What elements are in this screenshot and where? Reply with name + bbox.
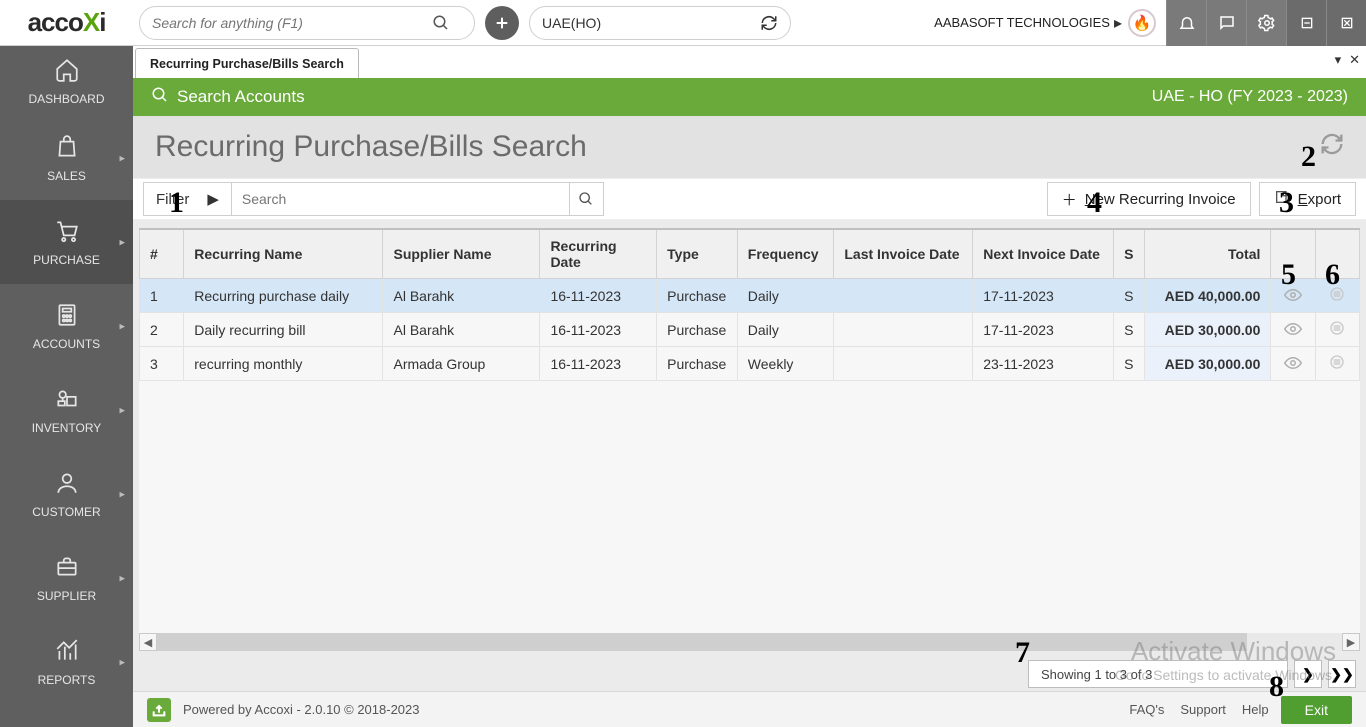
bag-icon bbox=[53, 134, 81, 163]
faq-link[interactable]: FAQ's bbox=[1129, 702, 1164, 717]
sidebar-item-purchase[interactable]: PURCHASE▸ bbox=[0, 200, 133, 284]
col-supplier[interactable]: Supplier Name bbox=[383, 229, 540, 279]
col-next[interactable]: Next Invoice Date bbox=[973, 229, 1114, 279]
horizontal-scrollbar[interactable]: ◀ ▶ bbox=[139, 633, 1360, 651]
new-recurring-invoice-button[interactable]: ＋ New Recurring Invoice bbox=[1047, 182, 1251, 216]
col-type[interactable]: Type bbox=[657, 229, 738, 279]
search-icon bbox=[432, 14, 450, 32]
page-title: Recurring Purchase/Bills Search bbox=[155, 130, 587, 164]
messages-button[interactable] bbox=[1206, 0, 1246, 46]
filter-search bbox=[232, 182, 604, 216]
view-icon[interactable] bbox=[1271, 279, 1315, 313]
tab-strip: Recurring Purchase/Bills Search ▾ ✕ bbox=[133, 46, 1366, 78]
filter-search-input[interactable] bbox=[232, 191, 569, 207]
view-icon[interactable] bbox=[1271, 313, 1315, 347]
tab-close-icon[interactable]: ✕ bbox=[1349, 52, 1360, 68]
scroll-left-icon[interactable]: ◀ bbox=[139, 633, 157, 651]
home-icon bbox=[52, 57, 82, 86]
inventory-icon bbox=[52, 386, 82, 415]
pagination-status: Showing 1 to 3 of 3 bbox=[1028, 660, 1288, 688]
col-freq[interactable]: Frequency bbox=[737, 229, 834, 279]
plus-icon: ＋ bbox=[1062, 189, 1077, 210]
add-button[interactable] bbox=[485, 6, 519, 40]
table-row[interactable]: 1 Recurring purchase daily Al Barahk 16-… bbox=[140, 279, 1360, 313]
sidebar-item-reports[interactable]: REPORTS▸ bbox=[0, 620, 133, 704]
filter-row: Filter ▶ ＋ New Recurring Invoice Export bbox=[133, 178, 1366, 220]
powered-by-label: Powered by Accoxi - 2.0.10 © 2018-2023 bbox=[183, 702, 420, 717]
window-controls bbox=[1166, 0, 1366, 46]
location-label: UAE(HO) bbox=[542, 15, 601, 31]
context-title: Search Accounts bbox=[177, 87, 305, 107]
briefcase-icon bbox=[53, 554, 81, 583]
search-icon bbox=[151, 86, 169, 109]
sidebar-item-supplier[interactable]: SUPPLIER▸ bbox=[0, 536, 133, 620]
filter-button[interactable]: Filter ▶ bbox=[143, 182, 232, 216]
export-icon bbox=[1274, 189, 1290, 209]
cart-icon bbox=[52, 218, 82, 247]
support-link[interactable]: Support bbox=[1180, 702, 1226, 717]
scroll-right-icon[interactable]: ▶ bbox=[1342, 633, 1360, 651]
table-header-row: # Recurring Name Supplier Name Recurring… bbox=[140, 229, 1360, 279]
sidebar-item-inventory[interactable]: INVENTORY▸ bbox=[0, 368, 133, 452]
more-icon[interactable] bbox=[1315, 279, 1359, 313]
help-link[interactable]: Help bbox=[1242, 702, 1269, 717]
tab-recurring-search[interactable]: Recurring Purchase/Bills Search bbox=[135, 48, 359, 78]
table-row[interactable]: 2 Daily recurring bill Al Barahk 16-11-2… bbox=[140, 313, 1360, 347]
col-more bbox=[1315, 229, 1359, 279]
settings-button[interactable] bbox=[1246, 0, 1286, 46]
company-name[interactable]: AABASOFT TECHNOLOGIES bbox=[934, 15, 1110, 30]
refresh-button[interactable] bbox=[1318, 130, 1346, 163]
col-name[interactable]: Recurring Name bbox=[184, 229, 383, 279]
top-bar: accoXi UAE(HO) AABASOFT TECHNOLOGIES ▸ 🔥 bbox=[0, 0, 1366, 46]
financial-year-label: UAE - HO (FY 2023 - 2023) bbox=[1152, 88, 1348, 106]
sidebar-item-accounts[interactable]: ACCOUNTS▸ bbox=[0, 284, 133, 368]
chart-icon bbox=[53, 638, 81, 667]
customer-icon bbox=[53, 470, 81, 499]
col-status[interactable]: S bbox=[1114, 229, 1145, 279]
pagination-row: Showing 1 to 3 of 3 ❯ ❯❯ bbox=[133, 657, 1366, 691]
col-last[interactable]: Last Invoice Date bbox=[834, 229, 973, 279]
minimize-button[interactable] bbox=[1286, 0, 1326, 46]
more-icon[interactable] bbox=[1315, 347, 1359, 381]
export-button[interactable]: Export bbox=[1259, 182, 1356, 216]
view-icon[interactable] bbox=[1271, 347, 1315, 381]
context-bar: Search Accounts UAE - HO (FY 2023 - 2023… bbox=[133, 78, 1366, 116]
data-grid: # Recurring Name Supplier Name Recurring… bbox=[139, 228, 1360, 651]
exit-button[interactable]: Exit bbox=[1281, 696, 1352, 724]
next-page-button[interactable]: ❯ bbox=[1294, 660, 1322, 688]
footer-logo-icon bbox=[147, 698, 171, 722]
close-button[interactable] bbox=[1326, 0, 1366, 46]
col-date[interactable]: Recurring Date bbox=[540, 229, 657, 279]
more-icon[interactable] bbox=[1315, 313, 1359, 347]
app-logo: accoXi bbox=[0, 0, 133, 46]
col-index[interactable]: # bbox=[140, 229, 184, 279]
footer-bar: Powered by Accoxi - 2.0.10 © 2018-2023 F… bbox=[133, 691, 1366, 727]
location-selector[interactable]: UAE(HO) bbox=[529, 6, 791, 40]
main-sidebar: DASHBOARD SALES▸ PURCHASE▸ ACCOUNTS▸ INV… bbox=[0, 46, 133, 727]
tab-dropdown-icon[interactable]: ▾ bbox=[1335, 52, 1342, 68]
main-area: Recurring Purchase/Bills Search ▾ ✕ Sear… bbox=[133, 46, 1366, 727]
global-search[interactable] bbox=[139, 6, 475, 40]
alert-indicator[interactable]: 🔥 bbox=[1128, 9, 1156, 37]
last-page-button[interactable]: ❯❯ bbox=[1328, 660, 1356, 688]
table-row[interactable]: 3 recurring monthly Armada Group 16-11-2… bbox=[140, 347, 1360, 381]
sidebar-item-dashboard[interactable]: DASHBOARD bbox=[0, 46, 133, 116]
global-search-input[interactable] bbox=[152, 15, 432, 31]
sidebar-item-sales[interactable]: SALES▸ bbox=[0, 116, 133, 200]
play-icon: ▶ bbox=[207, 190, 219, 208]
calculator-icon bbox=[54, 302, 80, 331]
company-caret-icon: ▸ bbox=[1114, 13, 1122, 33]
col-total[interactable]: Total bbox=[1144, 229, 1271, 279]
title-bar: Recurring Purchase/Bills Search bbox=[133, 116, 1366, 178]
notifications-button[interactable] bbox=[1166, 0, 1206, 46]
filter-search-button[interactable] bbox=[569, 182, 603, 216]
sidebar-item-customer[interactable]: CUSTOMER▸ bbox=[0, 452, 133, 536]
sync-icon bbox=[760, 14, 778, 32]
col-view bbox=[1271, 229, 1315, 279]
